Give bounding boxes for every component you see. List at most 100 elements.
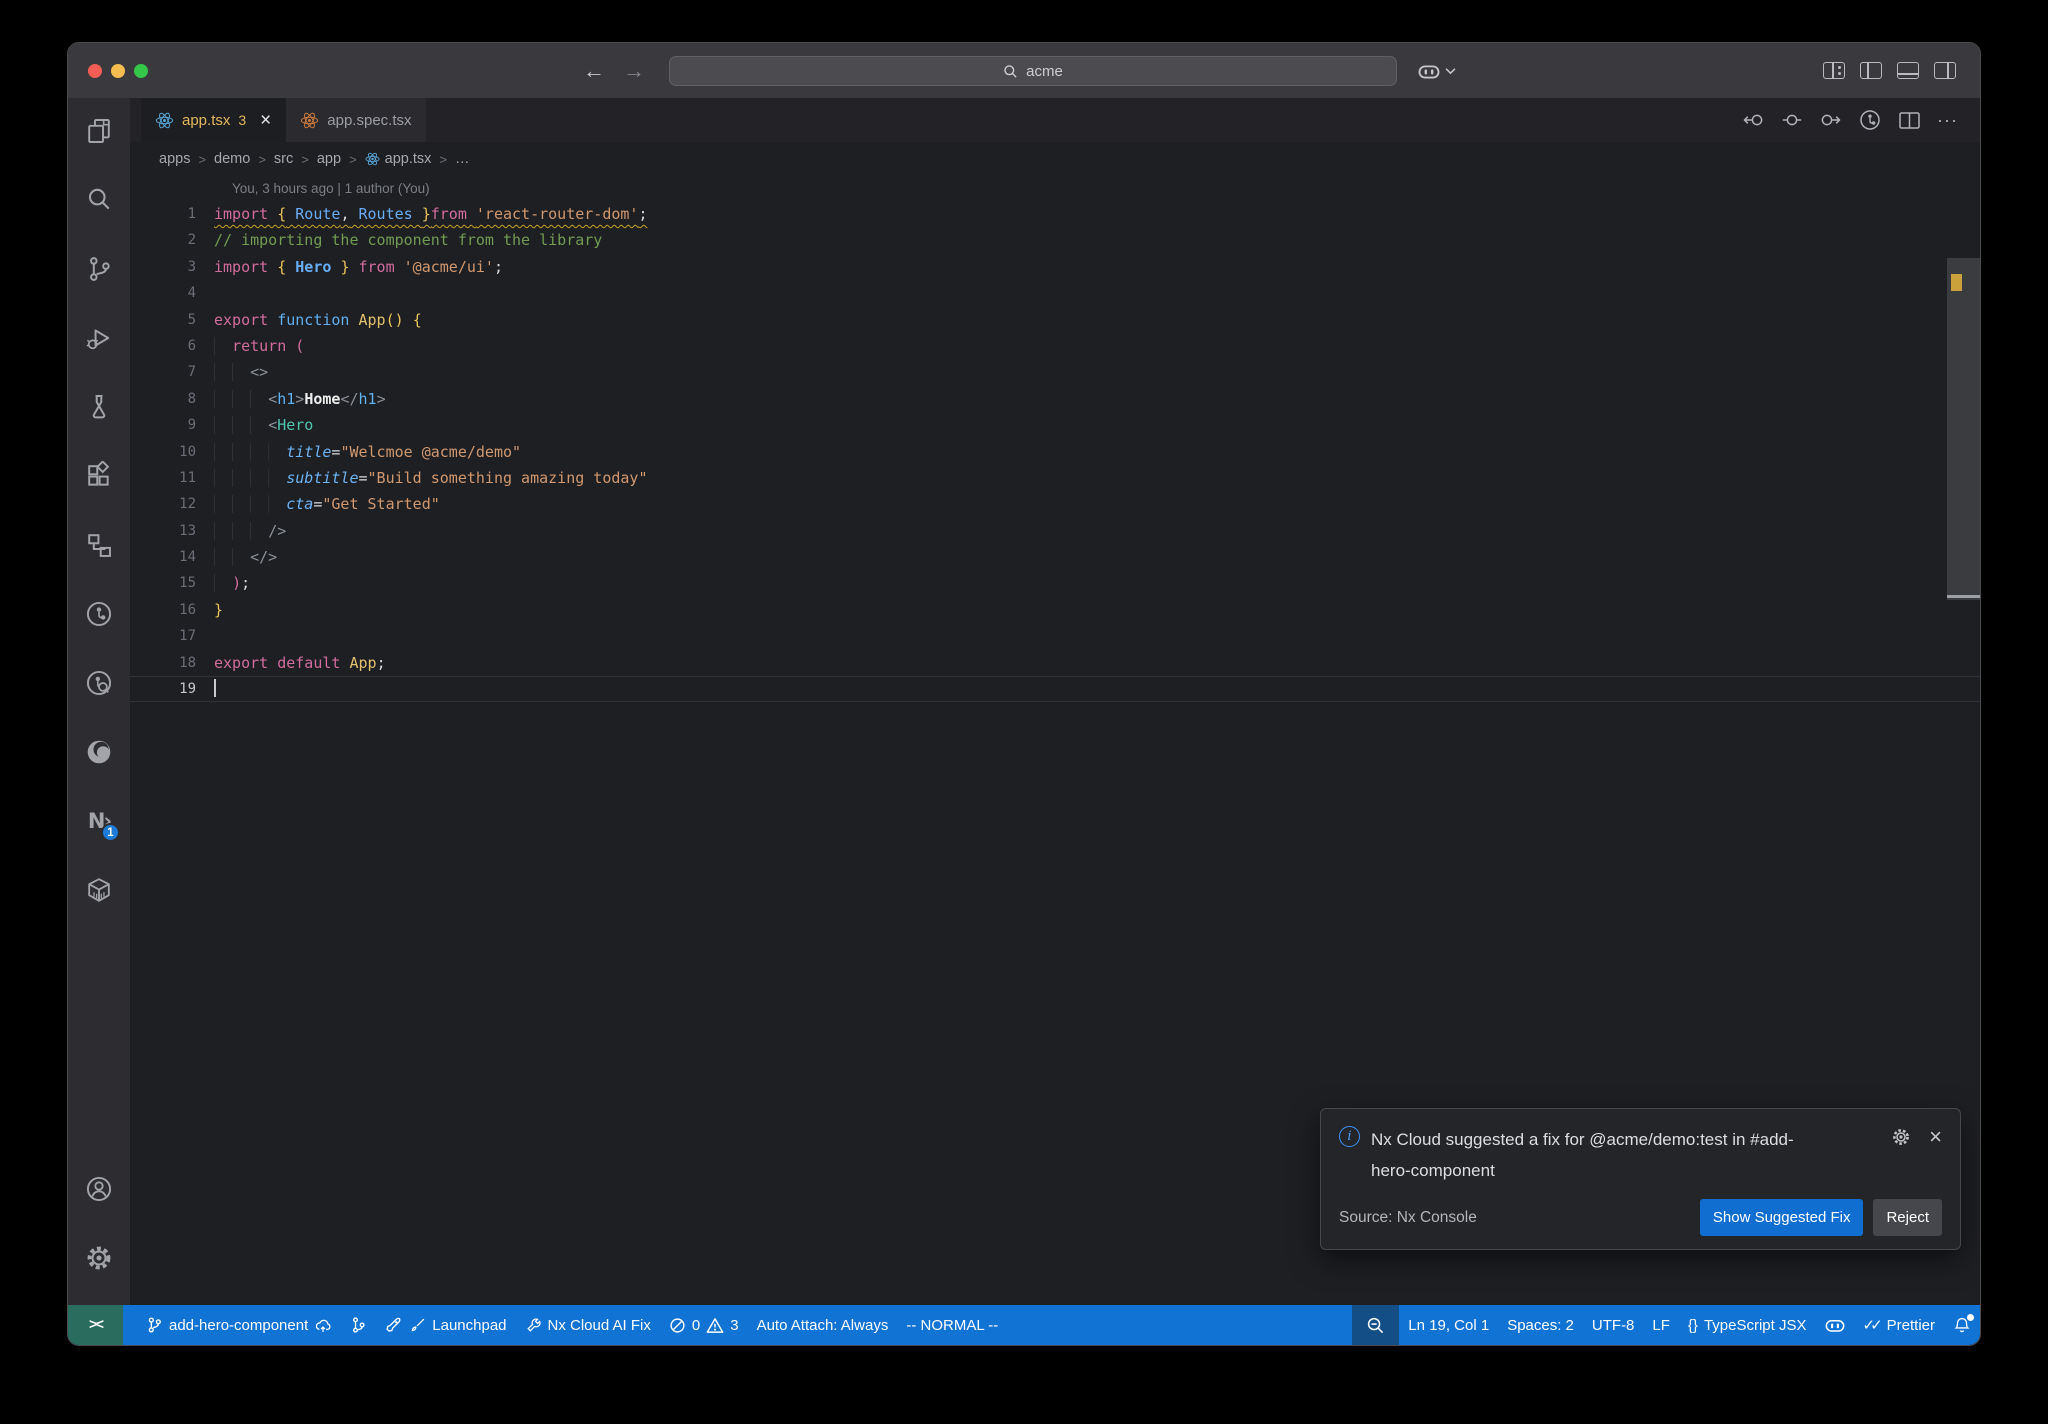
open-changes-icon[interactable] [1782, 111, 1802, 129]
activity-item-gitlens-inspect[interactable] [77, 661, 121, 705]
copilot-status-item[interactable] [1816, 1305, 1854, 1345]
command-center-search[interactable]: acme [669, 56, 1397, 86]
minimize-window-button[interactable] [111, 63, 125, 78]
activity-item-extensions[interactable] [77, 454, 121, 498]
split-editor-icon[interactable] [1899, 111, 1920, 129]
more-actions-icon[interactable]: ··· [1937, 110, 1958, 131]
activity-item-run-debug[interactable] [77, 316, 121, 360]
activity-item-testing[interactable] [77, 385, 121, 429]
activity-item-settings[interactable] [77, 1236, 121, 1280]
code-line-6[interactable]: 6 return ( [130, 333, 1980, 359]
line-number[interactable]: 3 [130, 254, 196, 280]
activity-item-source-control[interactable] [77, 247, 121, 291]
toggle-panel-button[interactable] [1897, 62, 1919, 79]
line-number[interactable]: 14 [130, 544, 196, 570]
code-line-8[interactable]: 8 <h1>Home</h1> [130, 386, 1980, 412]
encoding-item[interactable]: UTF-8 [1583, 1305, 1644, 1345]
line-number[interactable]: 2 [130, 227, 196, 253]
activity-item-nx-console[interactable]: N› 1 [77, 799, 121, 843]
nx-cloud-fix-item[interactable]: Nx Cloud AI Fix [516, 1305, 660, 1345]
vim-mode-item[interactable]: -- NORMAL -- [897, 1305, 1007, 1345]
tab-app-tsx[interactable]: app.tsx 3 × [141, 98, 286, 142]
activity-item-accounts[interactable] [77, 1167, 121, 1211]
previous-change-icon[interactable] [1743, 111, 1765, 129]
line-number[interactable]: 7 [130, 359, 196, 385]
notifications-bell-item[interactable] [1944, 1305, 1980, 1345]
activity-item-search[interactable] [77, 178, 121, 222]
line-number[interactable]: 15 [130, 570, 196, 596]
reject-button[interactable]: Reject [1873, 1199, 1942, 1236]
code-line-11[interactable]: 11 subtitle="Build something amazing tod… [130, 465, 1980, 491]
line-number[interactable]: 18 [130, 650, 196, 676]
breadcrumb-item-[interactable]: … [455, 151, 470, 167]
copilot-menu[interactable] [1418, 56, 1456, 86]
next-change-icon[interactable] [1819, 111, 1841, 129]
show-suggested-fix-button[interactable]: Show Suggested Fix [1699, 1199, 1864, 1236]
gitlens-graph-icon[interactable] [1858, 108, 1882, 132]
code-line-1[interactable]: 1 import { Route, Routes }from 'react-rou… [130, 201, 1980, 227]
activity-item-containers[interactable] [77, 868, 121, 912]
line-number[interactable]: 19 [130, 677, 196, 701]
activity-item-project-hierarchy[interactable] [77, 523, 121, 567]
git-branch-item[interactable]: add-hero-component [137, 1305, 341, 1345]
breadcrumb-item-demo[interactable]: demo [214, 151, 250, 167]
breadcrumb-item-apptsx[interactable]: app.tsx [365, 151, 431, 167]
code-line-10[interactable]: 10 title="Welcmoe @acme/demo" [130, 439, 1980, 465]
code-line-19[interactable]: 19 [130, 676, 1980, 703]
line-number[interactable]: 16 [130, 597, 196, 623]
code-line-15[interactable]: 15 ); [130, 570, 1980, 596]
code-line-4[interactable]: 4 [130, 280, 1980, 306]
notification-settings-gear-icon[interactable] [1891, 1127, 1911, 1147]
line-number[interactable]: 4 [130, 280, 196, 306]
code-line-17[interactable]: 17 [130, 623, 1980, 649]
breadcrumb-item-app[interactable]: app [317, 151, 341, 167]
code-line-9[interactable]: 9 <Hero [130, 412, 1980, 438]
forward-button[interactable]: → [623, 59, 645, 82]
indentation-item[interactable]: Spaces: 2 [1498, 1305, 1583, 1345]
language-mode-item[interactable]: {} TypeScript JSX [1679, 1305, 1816, 1345]
remote-indicator[interactable]: >< [68, 1305, 123, 1345]
line-number[interactable]: 17 [130, 623, 196, 649]
close-tab-icon[interactable]: × [260, 111, 271, 130]
close-window-button[interactable] [88, 63, 102, 78]
breadcrumb-item-src[interactable]: src [274, 151, 293, 167]
line-number[interactable]: 1 [130, 201, 196, 227]
code-line-12[interactable]: 12 cta="Get Started" [130, 491, 1980, 517]
line-number[interactable]: 13 [130, 518, 196, 544]
activity-item-files-explorer[interactable] [77, 109, 121, 153]
line-number[interactable]: 6 [130, 333, 196, 359]
line-number[interactable]: 12 [130, 491, 196, 517]
notification-close-icon[interactable]: × [1929, 1126, 1942, 1148]
code-line-3[interactable]: 3 import { Hero } from '@acme/ui'; [130, 254, 1980, 280]
activity-item-gitlens[interactable] [77, 592, 121, 636]
code-line-2[interactable]: 2 // importing the component from the lib… [130, 227, 1980, 253]
toggle-secondary-sidebar-button[interactable] [1934, 62, 1956, 79]
code-line-16[interactable]: 16} [130, 597, 1980, 623]
cursor-position-item[interactable]: Ln 19, Col 1 [1399, 1305, 1498, 1345]
zoom-window-button[interactable] [134, 63, 148, 78]
commit-graph-item[interactable] [341, 1305, 376, 1345]
line-number[interactable]: 8 [130, 386, 196, 412]
line-number[interactable]: 11 [130, 465, 196, 491]
code-line-7[interactable]: 7 <> [130, 359, 1980, 385]
formatter-item[interactable]: ✓✓ Prettier [1854, 1305, 1945, 1345]
code-line-13[interactable]: 13 /> [130, 518, 1980, 544]
eol-item[interactable]: LF [1643, 1305, 1679, 1345]
back-button[interactable]: ← [583, 59, 605, 82]
problems-item[interactable]: 0 3 [660, 1305, 748, 1345]
code-line-14[interactable]: 14 </> [130, 544, 1980, 570]
breadcrumb-item-apps[interactable]: apps [159, 151, 190, 167]
zoom-out-item[interactable] [1352, 1305, 1400, 1345]
code-line-18[interactable]: 18 export default App; [130, 650, 1980, 676]
gitlens-launchpad-item[interactable]: Launchpad [376, 1305, 515, 1345]
code-line-5[interactable]: 5 export function App() { [130, 307, 1980, 333]
auto-attach-item[interactable]: Auto Attach: Always [748, 1305, 898, 1345]
line-number[interactable]: 5 [130, 307, 196, 333]
activity-item-edge-devtools[interactable] [77, 730, 121, 774]
line-number[interactable]: 9 [130, 412, 196, 438]
toggle-primary-sidebar-button[interactable] [1860, 62, 1882, 79]
customize-layout-button[interactable] [1823, 62, 1845, 79]
line-number[interactable]: 10 [130, 439, 196, 465]
gitlens-blame-codelens[interactable]: You, 3 hours ago | 1 author (You) [130, 176, 1980, 201]
tab-app-spec-tsx[interactable]: app.spec.tsx [285, 98, 426, 142]
